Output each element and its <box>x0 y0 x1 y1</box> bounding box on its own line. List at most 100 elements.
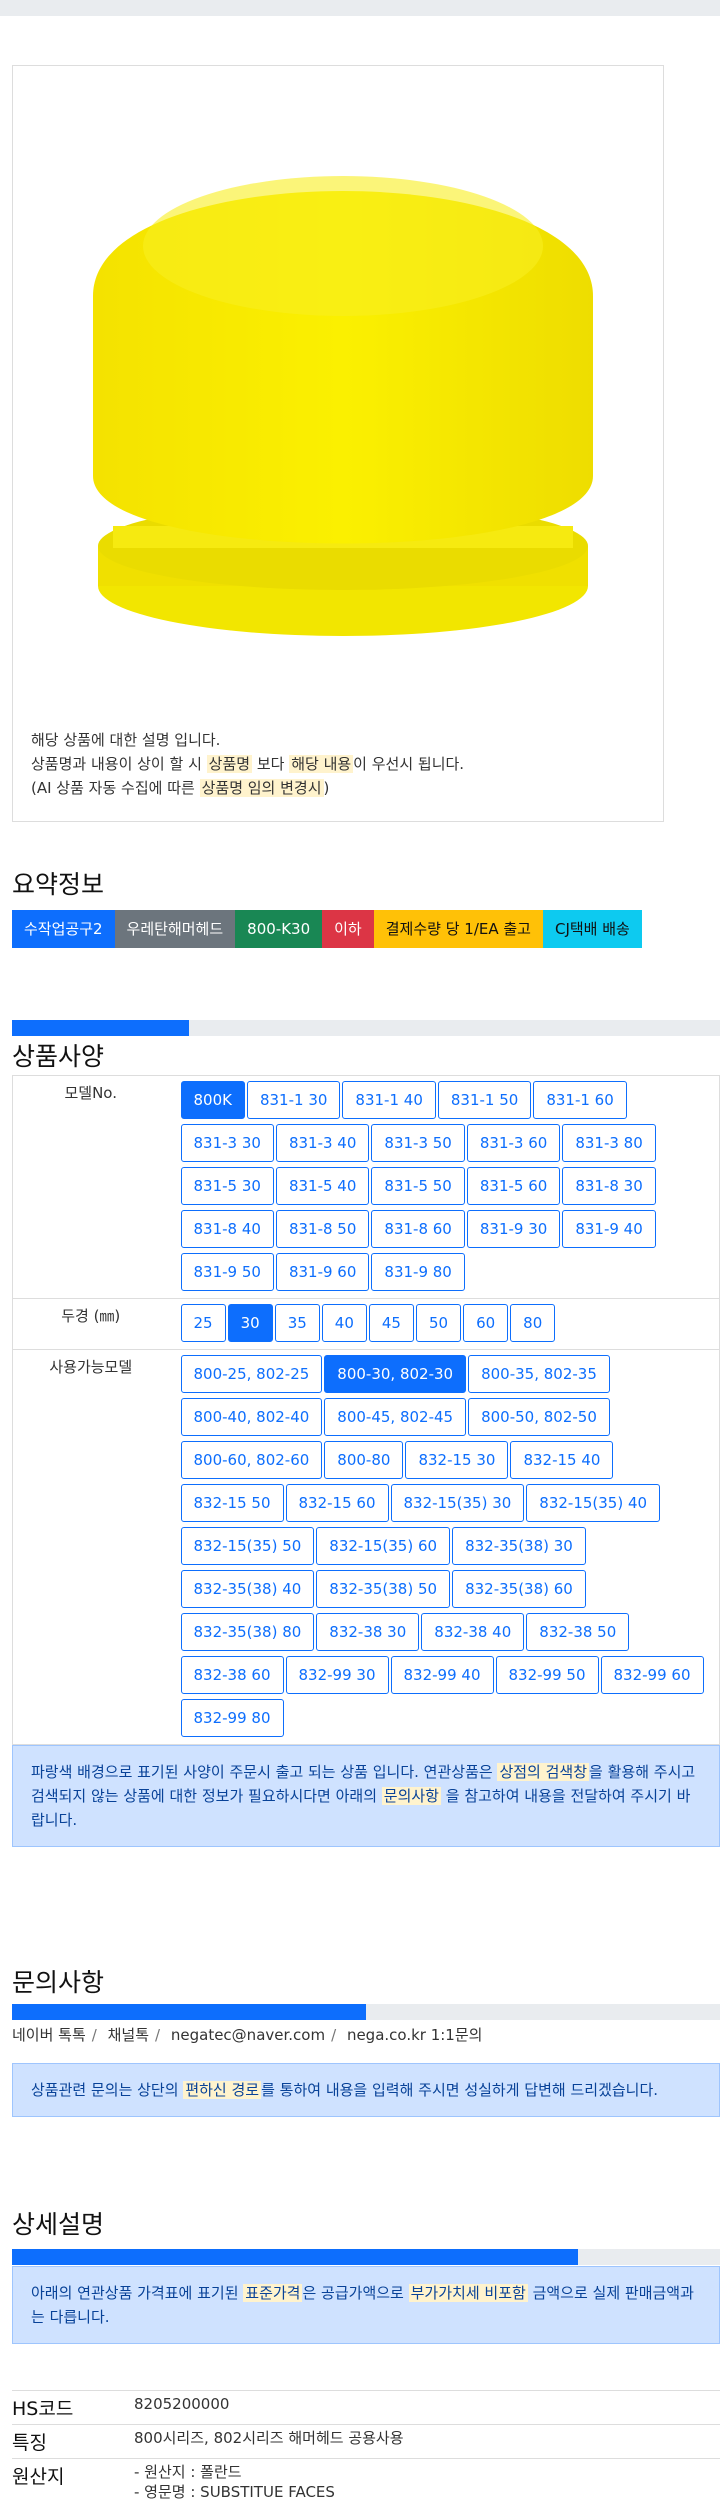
spec-option-button[interactable]: 832-15 40 <box>510 1441 613 1479</box>
product-image <box>73 146 613 666</box>
spec-option-button[interactable]: 831-9 80 <box>371 1253 464 1291</box>
spec-option-button[interactable]: 60 <box>463 1304 508 1342</box>
desc-line-3: (AI 상품 자동 수집에 따른 상품명 임의 변경시) <box>31 776 464 800</box>
spec-options-model: 800K831-1 30831-1 40831-1 50831-1 60 831-… <box>169 1076 720 1299</box>
link-site-inquiry[interactable]: nega.co.kr 1:1문의 <box>347 2026 483 2044</box>
spec-option-button[interactable]: 832-15(35) 50 <box>181 1527 315 1565</box>
info-value-hs: 8205200000 <box>134 2391 720 2425</box>
spec-option-button[interactable]: 800-60, 802-60 <box>181 1441 323 1479</box>
spec-option-button[interactable]: 831-3 40 <box>276 1124 369 1162</box>
spec-option-button[interactable]: 800-40, 802-40 <box>181 1398 323 1436</box>
highlight-search-box: 상점의 검색창 <box>497 1763 589 1781</box>
desc-line-2: 상품명과 내용이 상이 할 시 상품명 보다 해당 내용이 우선시 됩니다. <box>31 752 464 776</box>
spec-option-button[interactable]: 832-99 80 <box>181 1699 284 1737</box>
spec-option-button[interactable]: 832-99 50 <box>496 1656 599 1694</box>
spec-option-button[interactable]: 832-99 30 <box>286 1656 389 1694</box>
spec-option-button[interactable]: 831-1 40 <box>342 1081 435 1119</box>
spec-option-button[interactable]: 50 <box>416 1304 461 1342</box>
spec-option-button[interactable]: 800K <box>181 1081 245 1119</box>
spec-option-button[interactable]: 831-8 60 <box>371 1210 464 1248</box>
spec-option-button[interactable]: 832-15(35) 40 <box>526 1484 660 1522</box>
spec-option-button[interactable]: 800-30, 802-30 <box>324 1355 466 1393</box>
summary-chip: 이하 <box>322 910 374 948</box>
spec-option-button[interactable]: 831-3 50 <box>371 1124 464 1162</box>
spec-option-button[interactable]: 831-1 60 <box>533 1081 626 1119</box>
info-key-feature: 특징 <box>12 2425 134 2459</box>
spec-option-button[interactable]: 832-35(38) 80 <box>181 1613 315 1651</box>
detail-notice: 아래의 연관상품 가격표에 표기된 표준가격은 공급가액으로 부가가치세 비포함… <box>12 2266 720 2344</box>
spec-option-button[interactable]: 832-15(35) 60 <box>316 1527 450 1565</box>
spec-option-button[interactable]: 832-38 60 <box>181 1656 284 1694</box>
spec-option-button[interactable]: 832-35(38) 30 <box>452 1527 586 1565</box>
spec-option-button[interactable]: 80 <box>510 1304 555 1342</box>
spec-title: 상품사양 <box>12 1037 104 1073</box>
spec-option-button[interactable]: 832-15 50 <box>181 1484 284 1522</box>
spec-option-button[interactable]: 800-25, 802-25 <box>181 1355 323 1393</box>
spec-options-compatible: 800-25, 802-25800-30, 802-30800-35, 802-… <box>169 1350 720 1745</box>
info-value-origin: - 원산지 : 폴란드 - 영문명 : SUBSTITUE FACES <box>134 2459 720 2505</box>
product-description: 해당 상품에 대한 설명 입니다. 상품명과 내용이 상이 할 시 상품명 보다… <box>31 728 464 800</box>
spec-option-button[interactable]: 832-38 40 <box>421 1613 524 1651</box>
spec-option-button[interactable]: 832-35(38) 60 <box>452 1570 586 1608</box>
spec-option-button[interactable]: 831-3 30 <box>181 1124 274 1162</box>
spec-label-model: 모델No. <box>13 1076 169 1299</box>
spec-options-diameter: 2530354045506080 <box>169 1299 720 1350</box>
spec-option-button[interactable]: 831-9 60 <box>276 1253 369 1291</box>
spec-option-button[interactable]: 831-8 40 <box>181 1210 274 1248</box>
summary-chip: 수작업공구2 <box>12 910 115 948</box>
spec-option-button[interactable]: 45 <box>369 1304 414 1342</box>
highlight-inquiry: 문의사항 <box>382 1787 441 1805</box>
spec-option-button[interactable]: 25 <box>181 1304 226 1342</box>
spec-option-button[interactable]: 831-9 50 <box>181 1253 274 1291</box>
spec-option-button[interactable]: 831-5 40 <box>276 1167 369 1205</box>
top-divider <box>0 0 720 16</box>
spec-option-button[interactable]: 800-80 <box>324 1441 403 1479</box>
highlight-standard-price: 표준가격 <box>243 2284 302 2302</box>
spec-option-button[interactable]: 831-1 50 <box>438 1081 531 1119</box>
spec-option-button[interactable]: 831-9 30 <box>467 1210 560 1248</box>
spec-option-button[interactable]: 832-15 30 <box>405 1441 508 1479</box>
spec-option-button[interactable]: 800-50, 802-50 <box>468 1398 610 1436</box>
spec-option-button[interactable]: 832-15 60 <box>286 1484 389 1522</box>
spec-option-button[interactable]: 800-45, 802-45 <box>324 1398 466 1436</box>
spec-option-button[interactable]: 832-99 40 <box>391 1656 494 1694</box>
summary-chip: 결제수량 당 1/EA 출고 <box>374 910 543 948</box>
spec-row-model: 모델No. 800K831-1 30831-1 40831-1 50831-1 … <box>13 1076 720 1299</box>
spec-option-button[interactable]: 831-1 30 <box>247 1081 340 1119</box>
link-channel-talk[interactable]: 채널톡 <box>108 2026 149 2044</box>
spec-label-compatible: 사용가능모델 <box>13 1350 169 1745</box>
spec-option-button[interactable]: 832-99 60 <box>601 1656 704 1694</box>
spec-option-button[interactable]: 832-15(35) 30 <box>391 1484 525 1522</box>
spec-option-button[interactable]: 832-38 50 <box>526 1613 629 1651</box>
link-email[interactable]: negatec@naver.com <box>171 2026 325 2044</box>
spec-option-button[interactable]: 831-5 30 <box>181 1167 274 1205</box>
product-info-table: HS코드 8205200000 특징 800시리즈, 802시리즈 해머헤드 공… <box>12 2390 720 2505</box>
spec-option-button[interactable]: 30 <box>228 1304 273 1342</box>
highlight-content: 해당 내용 <box>289 755 353 773</box>
spec-option-button[interactable]: 831-8 30 <box>562 1167 655 1205</box>
highlight-route: 편하신 경로 <box>183 2081 261 2099</box>
link-naver-talk[interactable]: 네이버 톡톡 <box>12 2026 86 2044</box>
spec-option-button[interactable]: 831-5 50 <box>371 1167 464 1205</box>
spec-option-button[interactable]: 832-35(38) 40 <box>181 1570 315 1608</box>
summary-title: 요약정보 <box>12 865 104 901</box>
spec-option-button[interactable]: 40 <box>322 1304 367 1342</box>
spec-option-button[interactable]: 832-35(38) 50 <box>316 1570 450 1608</box>
summary-chip: CJ택배 배송 <box>543 910 642 948</box>
info-key-origin: 원산지 <box>12 2459 134 2505</box>
spec-option-button[interactable]: 831-9 40 <box>562 1210 655 1248</box>
inquiry-title: 문의사항 <box>12 1963 104 1999</box>
spec-option-button[interactable]: 831-5 60 <box>467 1167 560 1205</box>
spec-progress-bar <box>12 1020 720 1036</box>
spec-option-button[interactable]: 831-8 50 <box>276 1210 369 1248</box>
spec-option-button[interactable]: 832-38 30 <box>316 1613 419 1651</box>
detail-title: 상세설명 <box>12 2205 104 2241</box>
spec-option-button[interactable]: 831-3 80 <box>562 1124 655 1162</box>
spec-option-button[interactable]: 35 <box>275 1304 320 1342</box>
info-origin-line-2: - 영문명 : SUBSTITUE FACES <box>134 2482 720 2502</box>
info-row-hs: HS코드 8205200000 <box>12 2391 720 2425</box>
spec-option-button[interactable]: 831-3 60 <box>467 1124 560 1162</box>
summary-chip: 우레탄해머헤드 <box>115 910 236 948</box>
spec-option-button[interactable]: 800-35, 802-35 <box>468 1355 610 1393</box>
summary-chip: 800-K30 <box>235 910 322 948</box>
